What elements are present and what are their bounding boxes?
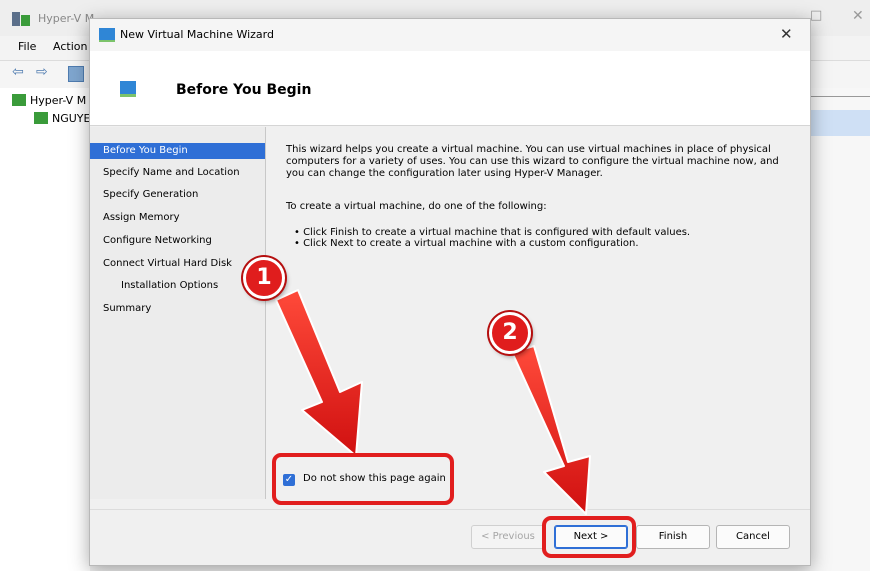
- wizard-step-list: Before You Begin Specify Name and Locati…: [90, 127, 265, 499]
- tree-item-hyper-v[interactable]: Hyper-V M: [30, 94, 86, 107]
- background-selected-row: [810, 110, 870, 136]
- virtual-machine-icon: [99, 28, 115, 42]
- dialog-title: New Virtual Machine Wizard: [120, 28, 274, 41]
- step-summary[interactable]: Summary: [103, 303, 151, 314]
- hyper-v-node-icon: [12, 94, 26, 106]
- next-button-highlight: [542, 516, 636, 558]
- page-title: Before You Begin: [176, 82, 312, 98]
- step-marker-1: 1: [243, 257, 285, 299]
- checkbox-highlight: [272, 453, 454, 505]
- background-divider: [810, 96, 870, 97]
- forward-arrow-icon[interactable]: ⇨: [36, 64, 48, 80]
- step-installation-options[interactable]: Installation Options: [121, 280, 218, 291]
- background-window-title: Hyper-V M: [38, 12, 95, 25]
- hyper-v-app-icon: [12, 12, 30, 26]
- previous-button[interactable]: < Previous: [471, 525, 545, 549]
- menu-action[interactable]: Action: [53, 40, 87, 53]
- dialog-close-icon[interactable]: ✕: [780, 25, 793, 43]
- console-tree-icon[interactable]: [68, 66, 84, 82]
- instruction-text: To create a virtual machine, do one of t…: [286, 201, 547, 212]
- step-connect-virtual-hard-disk[interactable]: Connect Virtual Hard Disk: [103, 258, 232, 269]
- wizard-content: This wizard helps you create a virtual m…: [266, 127, 810, 499]
- menu-file[interactable]: File: [18, 40, 36, 53]
- background-tree-pane: [0, 88, 90, 571]
- maximize-icon[interactable]: □: [810, 8, 822, 23]
- background-right-pane: [810, 88, 870, 571]
- step-before-you-begin[interactable]: Before You Begin: [90, 143, 265, 159]
- step-marker-2: 2: [489, 312, 531, 354]
- step-assign-memory[interactable]: Assign Memory: [103, 212, 180, 223]
- header-vm-icon: [120, 81, 136, 97]
- footer-divider: [90, 509, 810, 510]
- server-node-icon: [34, 112, 48, 124]
- step-specify-generation[interactable]: Specify Generation: [103, 189, 198, 200]
- close-icon[interactable]: ✕: [852, 8, 864, 24]
- back-arrow-icon[interactable]: ⇦: [12, 64, 24, 80]
- wizard-header: Before You Begin: [90, 51, 810, 126]
- intro-text: This wizard helps you create a virtual m…: [286, 144, 779, 179]
- bullet-finish: • Click Finish to create a virtual machi…: [294, 227, 691, 238]
- tree-item-server[interactable]: NGUYE: [52, 112, 90, 125]
- finish-button[interactable]: Finish: [636, 525, 710, 549]
- bullet-next: • Click Next to create a virtual machine…: [294, 238, 639, 249]
- step-configure-networking[interactable]: Configure Networking: [103, 235, 212, 246]
- cancel-button[interactable]: Cancel: [716, 525, 790, 549]
- step-specify-name-location[interactable]: Specify Name and Location: [103, 167, 240, 178]
